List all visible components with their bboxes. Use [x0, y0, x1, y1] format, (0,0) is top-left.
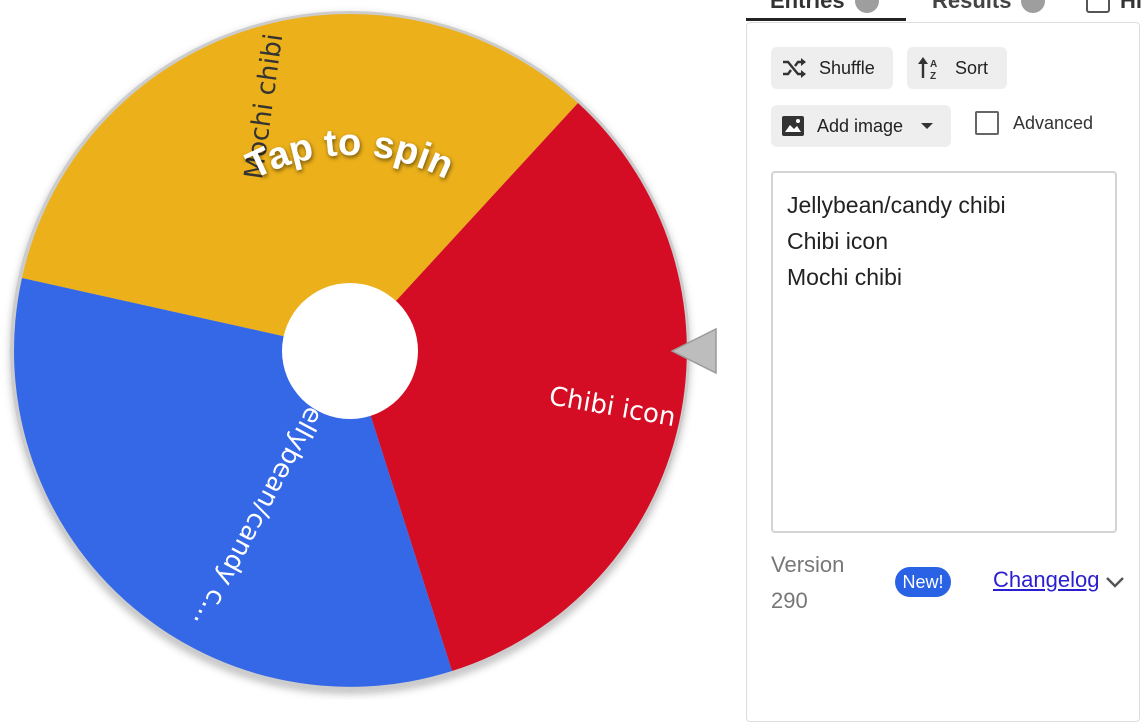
tab-hide-label: Hide [1120, 0, 1142, 13]
entries-panel: Shuffle A Z Sort Add image Advanced Jell… [746, 22, 1140, 722]
version-label: Version [771, 552, 845, 577]
shuffle-button[interactable]: Shuffle [771, 47, 893, 89]
add-image-button[interactable]: Add image [771, 105, 951, 147]
tab-entries-count-badge [854, 0, 879, 13]
tab-entries[interactable]: Entries [770, 0, 879, 16]
tab-hide[interactable]: Hide [1086, 0, 1142, 16]
version-info: Version 290 [771, 547, 844, 619]
entries-textarea[interactable]: Jellybean/candy chibi Chibi icon Mochi c… [771, 171, 1117, 533]
tab-results-count-badge [1021, 0, 1046, 13]
sort-az-icon: A Z [918, 57, 937, 80]
entry-line: Chibi icon [787, 228, 888, 254]
active-tab-indicator [746, 18, 906, 21]
changelog-link[interactable]: Changelog [993, 567, 1099, 593]
hide-checkbox[interactable] [1086, 0, 1110, 13]
tab-results-label: Results [932, 0, 1012, 13]
add-image-label: Add image [817, 115, 904, 136]
wheel-center-hub [282, 283, 418, 419]
shuffle-label: Shuffle [819, 57, 875, 78]
tab-entries-label: Entries [770, 0, 845, 13]
wheel-pointer-icon [670, 327, 717, 375]
tab-results[interactable]: Results [932, 0, 1046, 16]
new-badge: New! [895, 567, 951, 597]
shuffle-icon [783, 58, 806, 78]
version-number: 290 [771, 588, 808, 613]
chevron-down-icon[interactable] [1104, 571, 1126, 593]
advanced-checkbox[interactable] [975, 111, 999, 135]
sort-label: Sort [955, 57, 989, 78]
sort-button[interactable]: A Z Sort [907, 47, 1007, 89]
svg-text:A: A [930, 59, 937, 70]
entry-line: Jellybean/candy chibi [787, 192, 1006, 218]
entry-line: Mochi chibi [787, 264, 903, 290]
svg-text:Z: Z [930, 71, 936, 80]
advanced-toggle[interactable]: Advanced [975, 111, 1093, 135]
wheel-area[interactable]: Mochi chibi Chibi icon Jellybean/candy c… [0, 0, 740, 700]
caret-down-icon [921, 123, 934, 129]
spin-wheel[interactable]: Mochi chibi Chibi icon Jellybean/candy c… [0, 0, 740, 700]
image-icon [782, 116, 804, 136]
advanced-label: Advanced [1013, 112, 1094, 133]
